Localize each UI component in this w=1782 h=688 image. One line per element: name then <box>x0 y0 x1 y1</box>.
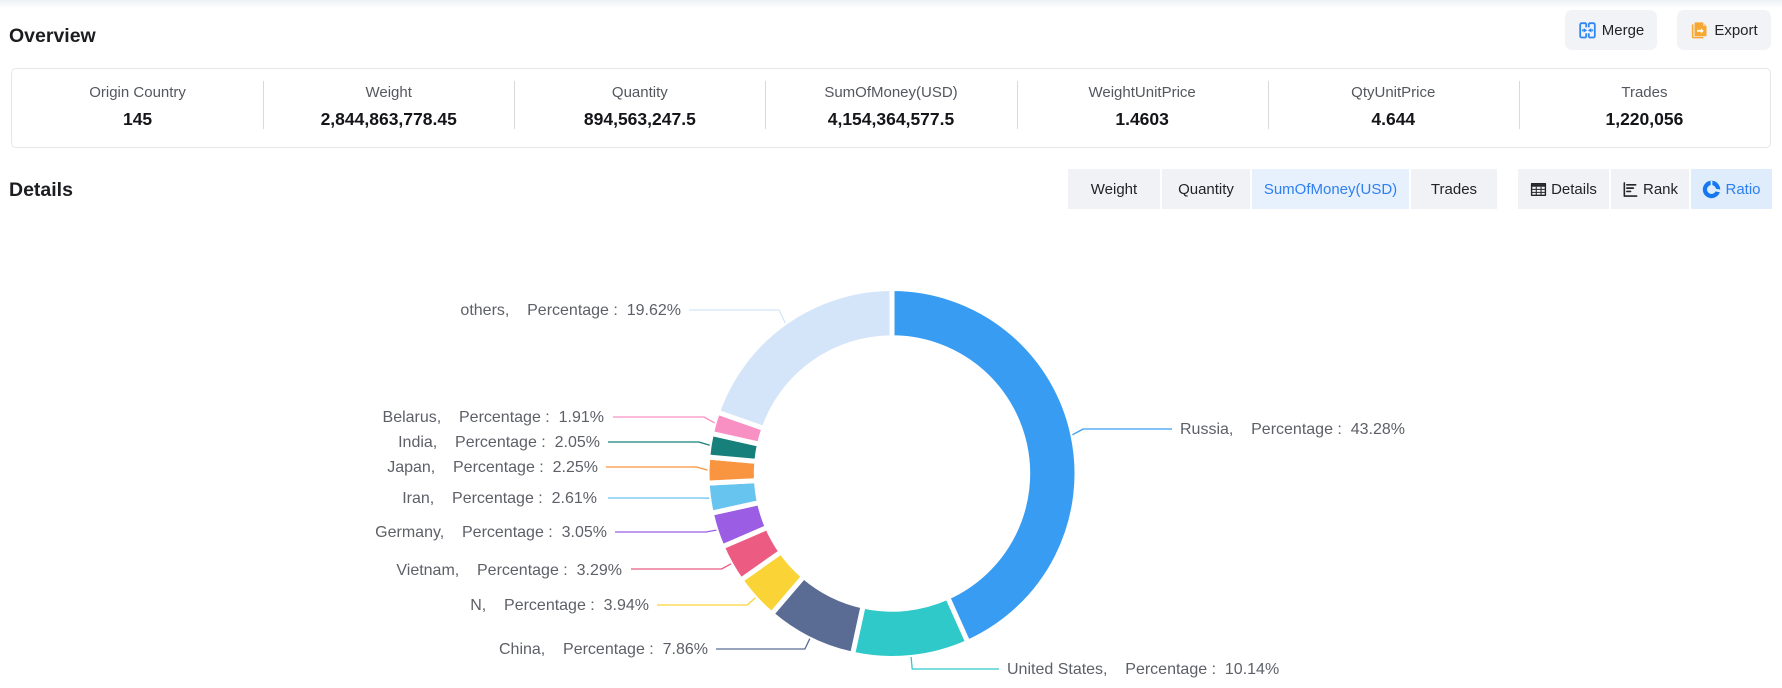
svg-text:Russia, Percentage : 43.28: Russia, Percentage : 43.28% <box>1180 421 1405 438</box>
svg-text:others, Percentage : 19.62: others, Percentage : 19.62% <box>460 302 681 319</box>
svg-text:Belarus, Percentage : 1.91: Belarus, Percentage : 1.91% <box>383 409 604 426</box>
svg-text:China, Percentage : 7.86%: China, Percentage : 7.86% <box>499 641 708 658</box>
svg-text:United States, Percentage :: United States, Percentage : 10.14% <box>1007 661 1279 678</box>
svg-text:Vietnam, Percentage : 3.29: Vietnam, Percentage : 3.29% <box>396 562 622 579</box>
svg-text:Iran, Percentage : 2.61%: Iran, Percentage : 2.61% <box>402 490 597 507</box>
svg-text:India, Percentage : 2.05%: India, Percentage : 2.05% <box>398 434 600 451</box>
svg-text:N, Percentage : 3.94%: N, Percentage : 3.94% <box>470 597 649 614</box>
svg-text:Germany, Percentage : 3.05: Germany, Percentage : 3.05% <box>375 524 607 541</box>
svg-text:Japan, Percentage : 2.25%: Japan, Percentage : 2.25% <box>387 459 598 476</box>
